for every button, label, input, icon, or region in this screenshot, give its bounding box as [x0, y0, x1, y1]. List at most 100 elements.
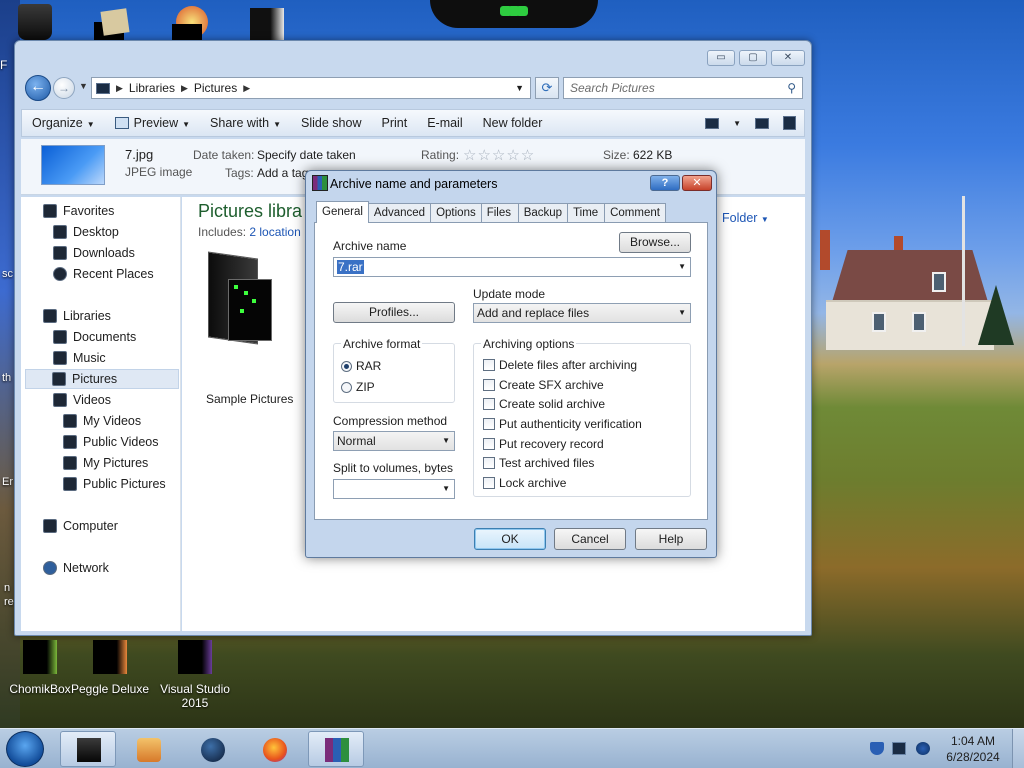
taskbar-media-player[interactable]: [120, 731, 176, 767]
recycle-bin-icon[interactable]: [18, 4, 52, 40]
back-button[interactable]: ←: [25, 75, 51, 101]
nav-my-videos[interactable]: My Videos: [63, 411, 141, 431]
address-bar[interactable]: ▶ Libraries ▶ Pictures ▶ ▼: [91, 77, 531, 99]
nav-libraries[interactable]: Libraries: [43, 306, 111, 326]
tab-time[interactable]: Time: [567, 203, 606, 222]
dialog-close-button[interactable]: ✕: [682, 175, 712, 191]
tab-comment[interactable]: Comment: [604, 203, 666, 222]
option-test-files-checkbox[interactable]: Test archived files: [483, 456, 594, 470]
minimize-button[interactable]: ▭: [707, 50, 735, 66]
rating-stars-icon[interactable]: ☆☆☆☆☆: [463, 146, 535, 164]
taskbar-globe[interactable]: [184, 731, 240, 767]
desktop-icon-chomikbox[interactable]: ChomikBox: [0, 640, 80, 696]
nav-my-pictures[interactable]: My Pictures: [63, 453, 148, 473]
nav-videos[interactable]: Videos: [53, 390, 111, 410]
tab-options[interactable]: Options: [430, 203, 482, 222]
nav-desktop[interactable]: Desktop: [53, 222, 119, 242]
taskbar-explorer[interactable]: [60, 731, 116, 767]
option-create-sfx-checkbox[interactable]: Create SFX archive: [483, 378, 604, 392]
files-icon[interactable]: [94, 4, 130, 42]
recent-pages-chevron-icon[interactable]: ▼: [79, 81, 88, 91]
close-button[interactable]: ✕: [771, 50, 805, 66]
taskbar-winrar[interactable]: [308, 731, 364, 767]
ok-button[interactable]: OK: [474, 528, 546, 550]
browse-button[interactable]: Browse...: [619, 232, 691, 253]
split-volumes-input[interactable]: ▼: [333, 479, 455, 499]
option-lock-archive-checkbox[interactable]: Lock archive: [483, 476, 566, 490]
update-mode-select[interactable]: Add and replace files ▼: [473, 303, 691, 323]
change-view-icon[interactable]: [705, 117, 720, 129]
format-zip-radio[interactable]: ZIP: [341, 380, 375, 394]
tags-value[interactable]: Add a tag: [257, 166, 308, 180]
nav-downloads[interactable]: Downloads: [53, 243, 135, 263]
chevron-down-icon[interactable]: ▼: [442, 432, 450, 450]
nav-public-videos[interactable]: Public Videos: [63, 432, 159, 452]
sample-pictures-folder-icon[interactable]: [204, 251, 274, 345]
chevron-down-icon[interactable]: ▼: [678, 304, 686, 322]
explorer-titlebar[interactable]: ▭ ▢ ✕: [15, 41, 811, 73]
folder-icon[interactable]: [250, 4, 284, 42]
address-dropdown-icon[interactable]: ▼: [515, 83, 524, 93]
organize-menu[interactable]: Organize ▼: [22, 116, 105, 130]
view-options-chevron-icon[interactable]: ▼: [733, 119, 741, 128]
email-button[interactable]: E-mail: [417, 116, 472, 130]
breadcrumb-pictures[interactable]: Pictures: [194, 81, 237, 95]
includes-locations-link[interactable]: 2 location: [249, 225, 300, 239]
breadcrumb-separator-icon[interactable]: ▶: [181, 83, 188, 94]
breadcrumb-separator-icon[interactable]: ▶: [116, 83, 123, 94]
format-rar-radio[interactable]: RAR: [341, 359, 381, 373]
breadcrumb-libraries[interactable]: Libraries: [129, 81, 175, 95]
tab-general[interactable]: General: [316, 201, 369, 223]
nav-recent-places[interactable]: Recent Places: [53, 264, 154, 284]
defender-icon[interactable]: [870, 742, 884, 755]
chevron-down-icon[interactable]: ▼: [442, 480, 450, 498]
arrange-by-menu[interactable]: Folder ▼: [722, 211, 769, 225]
cancel-button[interactable]: Cancel: [554, 528, 626, 550]
preview-menu[interactable]: Preview ▼: [105, 116, 200, 130]
nav-music[interactable]: Music: [53, 348, 106, 368]
dialog-help-button[interactable]: ?: [650, 175, 680, 191]
slide-show-button[interactable]: Slide show: [291, 116, 371, 130]
forward-button[interactable]: →: [53, 77, 75, 99]
help-icon[interactable]: [783, 116, 796, 130]
nav-public-pictures[interactable]: Public Pictures: [63, 474, 166, 494]
profiles-button[interactable]: Profiles...: [333, 302, 455, 323]
nav-pictures[interactable]: Pictures: [25, 369, 179, 389]
print-button[interactable]: Print: [371, 116, 417, 130]
app-icon[interactable]: [172, 4, 208, 44]
maximize-button[interactable]: ▢: [739, 50, 767, 66]
taskbar-clock[interactable]: 1:04 AM 6/28/2024: [938, 733, 1008, 765]
option-authenticity-checkbox[interactable]: Put authenticity verification: [483, 417, 642, 431]
option-delete-files-checkbox[interactable]: Delete files after archiving: [483, 358, 637, 372]
new-folder-button[interactable]: New folder: [473, 116, 553, 130]
search-placeholder: Search Pictures: [570, 81, 655, 95]
help-button[interactable]: Help: [635, 528, 707, 550]
date-taken-value[interactable]: Specify date taken: [257, 148, 356, 162]
chevron-down-icon[interactable]: ▼: [678, 258, 686, 276]
tab-files[interactable]: Files: [480, 203, 519, 222]
refresh-button[interactable]: ⟳: [535, 77, 559, 99]
nav-documents[interactable]: Documents: [53, 327, 136, 347]
network-tray-icon[interactable]: [892, 742, 906, 755]
compression-method-select[interactable]: Normal ▼: [333, 431, 455, 451]
volume-icon[interactable]: [916, 742, 930, 755]
taskbar-firefox[interactable]: [246, 731, 302, 767]
search-icon[interactable]: ⚲: [787, 78, 796, 98]
tab-backup[interactable]: Backup: [517, 203, 569, 222]
nav-favorites[interactable]: Favorites: [43, 201, 114, 221]
option-solid-archive-checkbox[interactable]: Create solid archive: [483, 397, 605, 411]
show-desktop-button[interactable]: [1012, 729, 1024, 768]
archive-name-input[interactable]: 7.rar ▼: [333, 257, 691, 277]
folder-label[interactable]: Sample Pictures: [206, 392, 293, 406]
option-recovery-record-checkbox[interactable]: Put recovery record: [483, 437, 604, 451]
desktop-icon-peggle[interactable]: Peggle Deluxe: [70, 640, 150, 696]
breadcrumb-separator-icon[interactable]: ▶: [243, 83, 250, 94]
nav-network[interactable]: Network: [43, 558, 109, 578]
nav-computer[interactable]: Computer: [43, 516, 118, 536]
preview-pane-icon[interactable]: [755, 117, 769, 129]
search-input[interactable]: Search Pictures ⚲: [563, 77, 803, 99]
desktop-icon-visual-studio[interactable]: Visual Studio 2015: [155, 640, 235, 710]
share-with-menu[interactable]: Share with ▼: [200, 116, 291, 130]
start-button[interactable]: [6, 731, 44, 767]
tab-advanced[interactable]: Advanced: [367, 203, 432, 222]
